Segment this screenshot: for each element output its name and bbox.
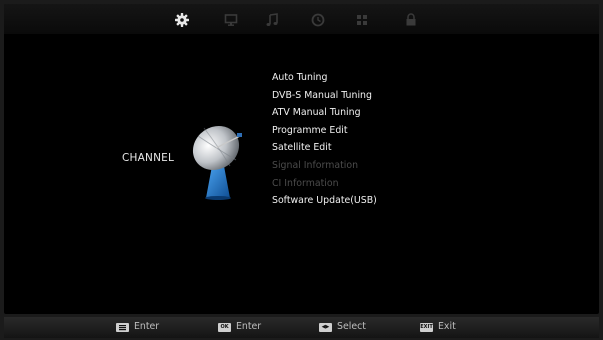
footer-hint-bar: Enter OK Enter ◀▶ Select EXIT Exit — [4, 317, 599, 338]
tab-picture[interactable] — [223, 12, 239, 28]
satellite-dish-icon — [192, 125, 242, 200]
menu-item-satellite-edit[interactable]: Satellite Edit — [272, 139, 377, 157]
hint-label: Enter — [236, 321, 262, 332]
menu-item-dvbs-manual-tuning[interactable]: DVB-S Manual Tuning — [272, 87, 377, 105]
menu-item-software-update-usb[interactable]: Software Update(USB) — [272, 192, 377, 210]
menu-item-atv-manual-tuning[interactable]: ATV Manual Tuning — [272, 104, 377, 122]
menu-item-auto-tuning[interactable]: Auto Tuning — [272, 69, 377, 87]
tv-screen: CHANNEL Auto Tuning DVB-S Manual Tuning … — [4, 4, 599, 314]
menu-item-signal-information: Signal Information — [272, 159, 359, 171]
monitor-icon — [224, 14, 238, 26]
tab-lock[interactable] — [403, 12, 419, 28]
tab-setup[interactable] — [354, 12, 370, 28]
hint-label: Exit — [438, 321, 456, 332]
category-label: CHANNEL — [122, 152, 175, 164]
left-right-key-icon: ◀▶ — [319, 322, 332, 332]
gear-icon — [175, 13, 189, 27]
hint-select: ◀▶ Select — [319, 321, 366, 333]
tab-time[interactable] — [310, 12, 326, 28]
category-tab-bar — [4, 4, 599, 34]
grid-icon — [357, 15, 367, 25]
lock-icon — [406, 13, 416, 26]
tab-channel-settings[interactable] — [174, 12, 190, 28]
clock-icon — [311, 13, 325, 27]
menu-item-programme-edit[interactable]: Programme Edit — [272, 122, 377, 140]
hint-exit: EXIT Exit — [420, 321, 456, 333]
music-note-icon — [266, 13, 278, 26]
channel-menu: Auto Tuning DVB-S Manual Tuning ATV Manu… — [272, 69, 377, 210]
hint-menu-enter: Enter — [116, 321, 159, 333]
menu-item-ci-information: CI Information — [272, 177, 339, 189]
hint-label: Enter — [134, 321, 160, 332]
hint-ok-enter: OK Enter — [218, 321, 261, 333]
ok-key-icon: OK — [218, 322, 231, 332]
hint-label: Select — [337, 321, 366, 332]
tab-sound[interactable] — [264, 12, 280, 28]
exit-key-icon: EXIT — [420, 322, 433, 332]
menu-key-icon — [116, 322, 129, 332]
